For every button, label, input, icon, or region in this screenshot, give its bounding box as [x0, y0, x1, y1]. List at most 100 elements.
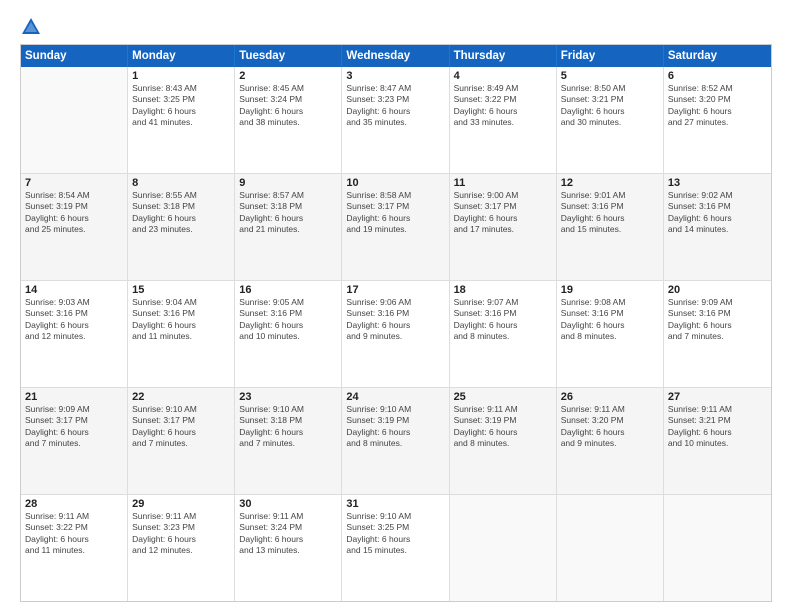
calendar-cell: 20Sunrise: 9:09 AMSunset: 3:16 PMDayligh…	[664, 281, 771, 387]
cell-info-text: Sunrise: 9:10 AMSunset: 3:19 PMDaylight:…	[346, 404, 444, 450]
calendar-header-cell: Wednesday	[342, 45, 449, 67]
calendar-cell: 18Sunrise: 9:07 AMSunset: 3:16 PMDayligh…	[450, 281, 557, 387]
calendar-cell	[450, 495, 557, 601]
calendar-cell	[21, 67, 128, 173]
cell-date-number: 3	[346, 70, 444, 82]
cell-info-text: Sunrise: 8:55 AMSunset: 3:18 PMDaylight:…	[132, 190, 230, 236]
calendar-body: 1Sunrise: 8:43 AMSunset: 3:25 PMDaylight…	[21, 67, 771, 601]
calendar-cell: 30Sunrise: 9:11 AMSunset: 3:24 PMDayligh…	[235, 495, 342, 601]
calendar-cell: 14Sunrise: 9:03 AMSunset: 3:16 PMDayligh…	[21, 281, 128, 387]
cell-date-number: 10	[346, 177, 444, 189]
calendar-week-row: 1Sunrise: 8:43 AMSunset: 3:25 PMDaylight…	[21, 67, 771, 174]
calendar-header-row: SundayMondayTuesdayWednesdayThursdayFrid…	[21, 45, 771, 67]
calendar-cell	[557, 495, 664, 601]
calendar-cell: 16Sunrise: 9:05 AMSunset: 3:16 PMDayligh…	[235, 281, 342, 387]
calendar-cell: 25Sunrise: 9:11 AMSunset: 3:19 PMDayligh…	[450, 388, 557, 494]
calendar-cell: 6Sunrise: 8:52 AMSunset: 3:20 PMDaylight…	[664, 67, 771, 173]
calendar-cell: 28Sunrise: 9:11 AMSunset: 3:22 PMDayligh…	[21, 495, 128, 601]
calendar-cell	[664, 495, 771, 601]
cell-date-number: 7	[25, 177, 123, 189]
cell-info-text: Sunrise: 9:10 AMSunset: 3:18 PMDaylight:…	[239, 404, 337, 450]
calendar-cell: 23Sunrise: 9:10 AMSunset: 3:18 PMDayligh…	[235, 388, 342, 494]
cell-date-number: 22	[132, 391, 230, 403]
calendar-week-row: 28Sunrise: 9:11 AMSunset: 3:22 PMDayligh…	[21, 495, 771, 601]
cell-info-text: Sunrise: 9:09 AMSunset: 3:17 PMDaylight:…	[25, 404, 123, 450]
cell-info-text: Sunrise: 8:49 AMSunset: 3:22 PMDaylight:…	[454, 83, 552, 129]
calendar-cell: 2Sunrise: 8:45 AMSunset: 3:24 PMDaylight…	[235, 67, 342, 173]
cell-info-text: Sunrise: 8:47 AMSunset: 3:23 PMDaylight:…	[346, 83, 444, 129]
cell-date-number: 26	[561, 391, 659, 403]
cell-info-text: Sunrise: 9:11 AMSunset: 3:23 PMDaylight:…	[132, 511, 230, 557]
cell-date-number: 12	[561, 177, 659, 189]
calendar-week-row: 14Sunrise: 9:03 AMSunset: 3:16 PMDayligh…	[21, 281, 771, 388]
cell-info-text: Sunrise: 8:50 AMSunset: 3:21 PMDaylight:…	[561, 83, 659, 129]
calendar-cell: 19Sunrise: 9:08 AMSunset: 3:16 PMDayligh…	[557, 281, 664, 387]
cell-date-number: 23	[239, 391, 337, 403]
cell-info-text: Sunrise: 9:01 AMSunset: 3:16 PMDaylight:…	[561, 190, 659, 236]
cell-info-text: Sunrise: 9:07 AMSunset: 3:16 PMDaylight:…	[454, 297, 552, 343]
cell-date-number: 14	[25, 284, 123, 296]
calendar-cell: 22Sunrise: 9:10 AMSunset: 3:17 PMDayligh…	[128, 388, 235, 494]
cell-date-number: 13	[668, 177, 767, 189]
calendar-cell: 17Sunrise: 9:06 AMSunset: 3:16 PMDayligh…	[342, 281, 449, 387]
calendar-header-cell: Saturday	[664, 45, 771, 67]
calendar-cell: 24Sunrise: 9:10 AMSunset: 3:19 PMDayligh…	[342, 388, 449, 494]
cell-date-number: 21	[25, 391, 123, 403]
calendar-cell: 1Sunrise: 8:43 AMSunset: 3:25 PMDaylight…	[128, 67, 235, 173]
logo	[20, 16, 46, 38]
calendar-week-row: 7Sunrise: 8:54 AMSunset: 3:19 PMDaylight…	[21, 174, 771, 281]
calendar-cell: 8Sunrise: 8:55 AMSunset: 3:18 PMDaylight…	[128, 174, 235, 280]
calendar-cell: 5Sunrise: 8:50 AMSunset: 3:21 PMDaylight…	[557, 67, 664, 173]
calendar-cell: 21Sunrise: 9:09 AMSunset: 3:17 PMDayligh…	[21, 388, 128, 494]
cell-info-text: Sunrise: 9:05 AMSunset: 3:16 PMDaylight:…	[239, 297, 337, 343]
calendar-week-row: 21Sunrise: 9:09 AMSunset: 3:17 PMDayligh…	[21, 388, 771, 495]
cell-info-text: Sunrise: 8:45 AMSunset: 3:24 PMDaylight:…	[239, 83, 337, 129]
cell-date-number: 24	[346, 391, 444, 403]
calendar-header-cell: Friday	[557, 45, 664, 67]
cell-date-number: 27	[668, 391, 767, 403]
cell-info-text: Sunrise: 9:06 AMSunset: 3:16 PMDaylight:…	[346, 297, 444, 343]
cell-date-number: 16	[239, 284, 337, 296]
cell-date-number: 25	[454, 391, 552, 403]
calendar-cell: 26Sunrise: 9:11 AMSunset: 3:20 PMDayligh…	[557, 388, 664, 494]
cell-info-text: Sunrise: 8:43 AMSunset: 3:25 PMDaylight:…	[132, 83, 230, 129]
cell-info-text: Sunrise: 9:10 AMSunset: 3:17 PMDaylight:…	[132, 404, 230, 450]
cell-info-text: Sunrise: 8:58 AMSunset: 3:17 PMDaylight:…	[346, 190, 444, 236]
calendar-cell: 15Sunrise: 9:04 AMSunset: 3:16 PMDayligh…	[128, 281, 235, 387]
cell-date-number: 31	[346, 498, 444, 510]
calendar-cell: 11Sunrise: 9:00 AMSunset: 3:17 PMDayligh…	[450, 174, 557, 280]
calendar-cell: 31Sunrise: 9:10 AMSunset: 3:25 PMDayligh…	[342, 495, 449, 601]
cell-info-text: Sunrise: 9:02 AMSunset: 3:16 PMDaylight:…	[668, 190, 767, 236]
cell-info-text: Sunrise: 8:57 AMSunset: 3:18 PMDaylight:…	[239, 190, 337, 236]
calendar-header-cell: Thursday	[450, 45, 557, 67]
cell-date-number: 11	[454, 177, 552, 189]
cell-info-text: Sunrise: 9:08 AMSunset: 3:16 PMDaylight:…	[561, 297, 659, 343]
cell-date-number: 19	[561, 284, 659, 296]
cell-date-number: 4	[454, 70, 552, 82]
cell-date-number: 15	[132, 284, 230, 296]
cell-date-number: 5	[561, 70, 659, 82]
cell-info-text: Sunrise: 9:04 AMSunset: 3:16 PMDaylight:…	[132, 297, 230, 343]
calendar-cell: 7Sunrise: 8:54 AMSunset: 3:19 PMDaylight…	[21, 174, 128, 280]
cell-date-number: 18	[454, 284, 552, 296]
calendar-cell: 13Sunrise: 9:02 AMSunset: 3:16 PMDayligh…	[664, 174, 771, 280]
calendar-cell: 10Sunrise: 8:58 AMSunset: 3:17 PMDayligh…	[342, 174, 449, 280]
cell-info-text: Sunrise: 9:00 AMSunset: 3:17 PMDaylight:…	[454, 190, 552, 236]
calendar-header-cell: Tuesday	[235, 45, 342, 67]
cell-info-text: Sunrise: 8:54 AMSunset: 3:19 PMDaylight:…	[25, 190, 123, 236]
cell-info-text: Sunrise: 9:11 AMSunset: 3:21 PMDaylight:…	[668, 404, 767, 450]
header	[20, 16, 772, 38]
cell-date-number: 30	[239, 498, 337, 510]
cell-date-number: 1	[132, 70, 230, 82]
cell-info-text: Sunrise: 8:52 AMSunset: 3:20 PMDaylight:…	[668, 83, 767, 129]
cell-date-number: 2	[239, 70, 337, 82]
cell-info-text: Sunrise: 9:11 AMSunset: 3:19 PMDaylight:…	[454, 404, 552, 450]
cell-info-text: Sunrise: 9:11 AMSunset: 3:20 PMDaylight:…	[561, 404, 659, 450]
cell-info-text: Sunrise: 9:11 AMSunset: 3:24 PMDaylight:…	[239, 511, 337, 557]
cell-date-number: 17	[346, 284, 444, 296]
cell-date-number: 20	[668, 284, 767, 296]
calendar-cell: 29Sunrise: 9:11 AMSunset: 3:23 PMDayligh…	[128, 495, 235, 601]
cell-info-text: Sunrise: 9:03 AMSunset: 3:16 PMDaylight:…	[25, 297, 123, 343]
calendar-header-cell: Monday	[128, 45, 235, 67]
cell-info-text: Sunrise: 9:11 AMSunset: 3:22 PMDaylight:…	[25, 511, 123, 557]
